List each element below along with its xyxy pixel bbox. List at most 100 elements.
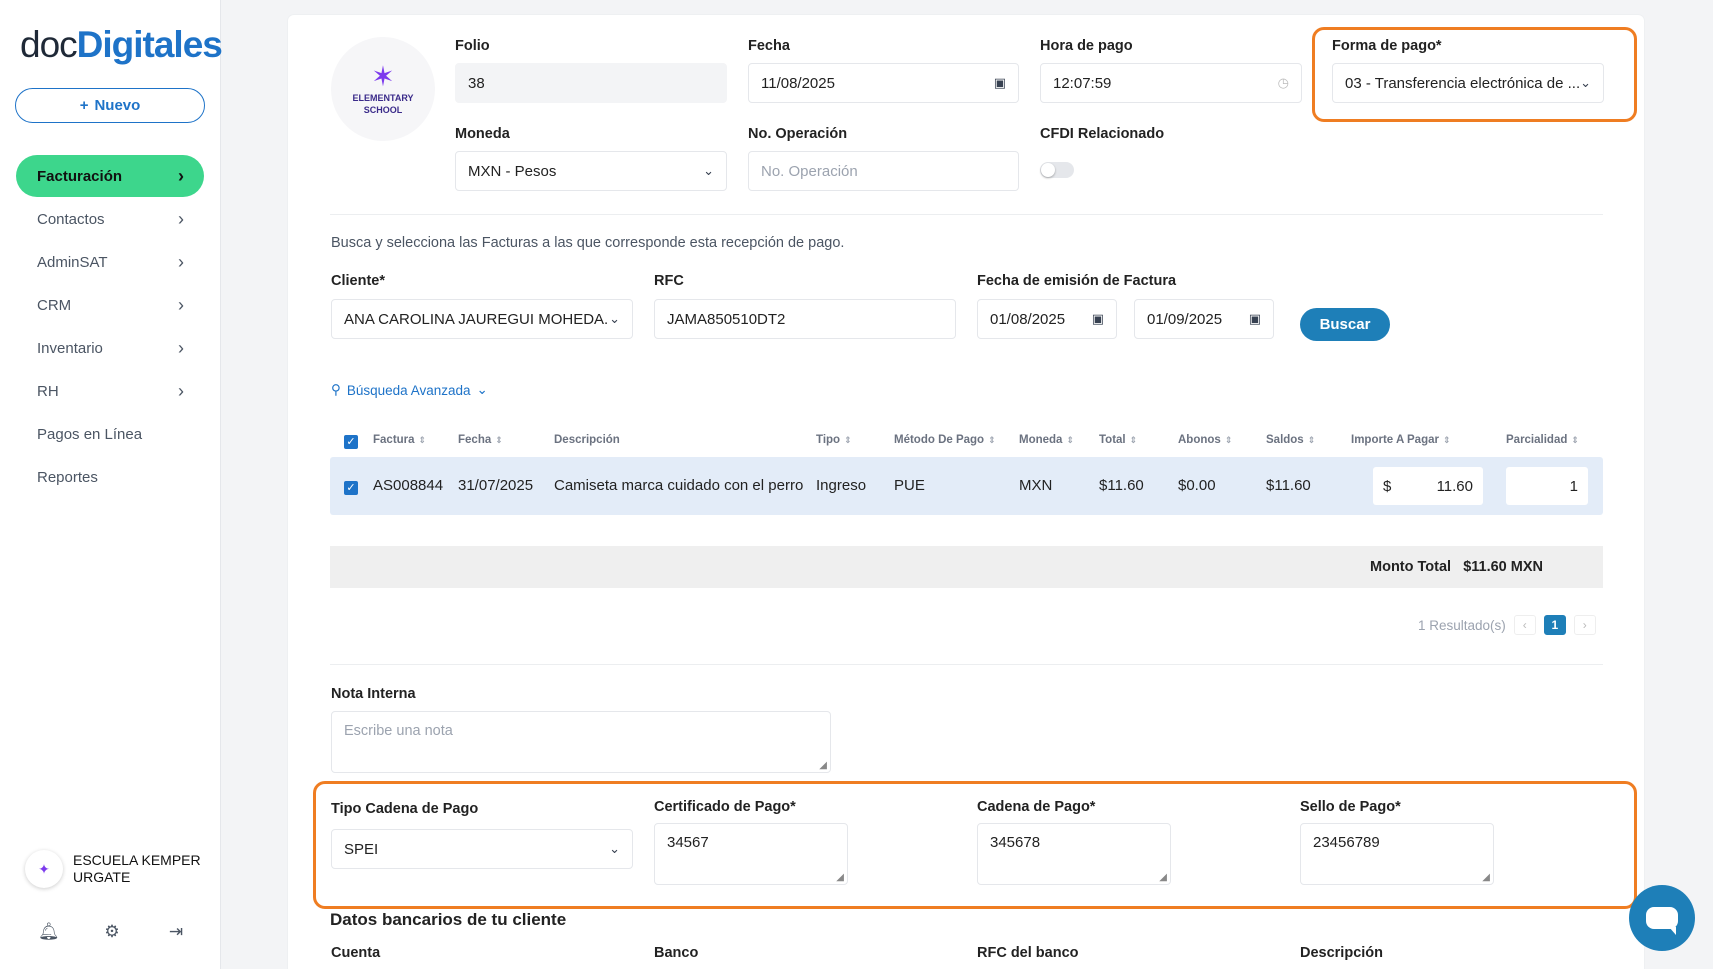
fecha-input[interactable]: 11/08/2025 ▣	[748, 63, 1019, 103]
col-header-descripcion: Descripción	[554, 434, 620, 446]
col-header-total[interactable]: Total ⇕	[1099, 434, 1137, 446]
sidebar-item-inventario[interactable]: Inventario ›	[16, 327, 204, 369]
col-header-moneda[interactable]: Moneda ⇕	[1019, 434, 1074, 446]
col-header-saldos[interactable]: Saldos ⇕	[1266, 434, 1315, 446]
sidebar-item-rh[interactable]: RH ›	[16, 370, 204, 412]
sidebar-item-label: Reportes	[37, 468, 98, 486]
check-icon: ✓	[344, 435, 358, 449]
app-logo[interactable]: docDigitales	[20, 24, 223, 66]
school-figure-icon: ✶	[371, 61, 395, 92]
divider	[330, 214, 1603, 215]
chevron-right-icon: ›	[178, 380, 184, 401]
new-button-label: Nuevo	[94, 97, 141, 114]
fecha-desde-input[interactable]: 01/08/2025 ▣	[977, 299, 1117, 339]
school-logo-line2: SCHOOL	[363, 105, 403, 115]
account-name-line1: ESCUELA KEMPER	[73, 852, 201, 868]
total-bar: Monto Total $11.60 MXN	[330, 546, 1603, 588]
prev-page-button[interactable]: ‹	[1513, 615, 1536, 635]
gear-icon[interactable]: ⚙	[102, 922, 122, 942]
col-header-parcialidad[interactable]: Parcialidad ⇕	[1506, 434, 1579, 446]
results-count: 1 Resultado(s)	[1418, 617, 1506, 633]
clock-icon[interactable]: ◷	[1278, 75, 1289, 91]
resize-handle-icon[interactable]: ◢	[819, 760, 827, 771]
calendar-icon[interactable]: ▣	[994, 75, 1006, 91]
folio-input[interactable]: 38	[455, 63, 727, 103]
sort-icon: ⇕	[1129, 435, 1138, 445]
nota-placeholder: Escribe una nota	[344, 723, 453, 739]
row-checkbox[interactable]: ✓	[344, 478, 358, 495]
cadena-textarea[interactable]: 345678 ◢	[977, 823, 1171, 885]
logo-text-doc: doc	[20, 24, 78, 65]
monto-total-value: $11.60 MXN	[1463, 559, 1543, 575]
chevron-right-icon: ›	[178, 337, 184, 358]
cell-tipo: Ingreso	[816, 477, 867, 494]
account-name: ESCUELA KEMPER URGATE	[73, 852, 201, 886]
col-header-label: Importe A Pagar	[1351, 434, 1439, 446]
page-button[interactable]: 1	[1543, 615, 1566, 635]
cliente-label: Cliente*	[331, 273, 385, 289]
certificado-textarea[interactable]: 34567 ◢	[654, 823, 848, 885]
bell-icon[interactable]: 🔔︎	[38, 922, 60, 942]
resize-handle-icon[interactable]: ◢	[1482, 872, 1490, 883]
operacion-input[interactable]: No. Operación	[748, 151, 1019, 191]
cell-abonos: $0.00	[1178, 477, 1216, 494]
cliente-select[interactable]: ANA CAROLINA JAUREGUI MOHEDA... ⌄	[331, 299, 633, 339]
fecha-value: 11/08/2025	[761, 74, 835, 92]
chevron-down-icon: ⌄	[703, 163, 714, 178]
account-switcher[interactable]: ✦ ESCUELA KEMPER URGATE	[25, 850, 201, 888]
sidebar-item-adminsat[interactable]: AdminSAT ›	[16, 241, 204, 283]
advanced-search-label: Búsqueda Avanzada	[346, 382, 471, 398]
sello-textarea[interactable]: 23456789 ◢	[1300, 823, 1494, 885]
rfc-input[interactable]: JAMA850510DT2	[654, 299, 956, 339]
parcialidad-input[interactable]: 1	[1506, 467, 1588, 505]
rfc-value: JAMA850510DT2	[667, 310, 786, 328]
tipo-cadena-select[interactable]: SPEI ⌄	[331, 829, 633, 869]
sort-icon: ⇕	[1571, 435, 1579, 445]
next-page-button[interactable]: ›	[1573, 615, 1596, 635]
chat-button[interactable]	[1629, 885, 1695, 951]
certificado-label: Certificado de Pago*	[654, 799, 796, 815]
cell-moneda: MXN	[1019, 477, 1053, 494]
hora-input[interactable]: 12:07:59 ◷	[1040, 63, 1302, 103]
col-header-fecha[interactable]: Fecha ⇕	[458, 434, 503, 446]
sidebar-item-facturacion[interactable]: Facturación ›	[16, 155, 204, 197]
chat-bubble-icon	[1646, 907, 1678, 935]
fecha-hasta-value: 01/09/2025	[1147, 310, 1223, 328]
pagination: 1 Resultado(s) ‹ 1 ›	[1418, 615, 1596, 635]
col-header-factura[interactable]: Factura ⇕	[373, 434, 426, 446]
sidebar-item-contactos[interactable]: Contactos ›	[16, 198, 204, 240]
search-icon: ⚲	[331, 382, 341, 397]
select-all-checkbox[interactable]: ✓	[344, 432, 358, 449]
logout-icon[interactable]: ⇥	[166, 922, 186, 942]
parcialidad-value: 1	[1569, 477, 1578, 495]
fecha-hasta-input[interactable]: 01/09/2025 ▣	[1134, 299, 1274, 339]
resize-handle-icon[interactable]: ◢	[836, 872, 844, 883]
sidebar-item-crm[interactable]: CRM ›	[16, 284, 204, 326]
nota-textarea[interactable]: Escribe una nota ◢	[331, 711, 831, 773]
moneda-label: Moneda	[455, 126, 510, 142]
calendar-icon[interactable]: ▣	[1092, 311, 1104, 327]
chevron-down-icon: ⌄	[609, 311, 620, 326]
cell-descripcion: Camiseta marca cuidado con el perro	[554, 477, 804, 494]
sort-icon: ⇕	[1066, 435, 1074, 445]
col-header-abonos[interactable]: Abonos ⇕	[1178, 434, 1232, 446]
chevron-right-icon: ›	[178, 251, 184, 272]
sidebar-item-pagos-en-linea[interactable]: Pagos en Línea	[16, 413, 204, 455]
new-button[interactable]: + Nuevo	[15, 88, 205, 123]
col-header-metodo[interactable]: Método De Pago ⇕	[894, 434, 996, 446]
cfdi-toggle[interactable]	[1040, 162, 1074, 178]
operacion-placeholder: No. Operación	[761, 162, 858, 180]
col-header-label: Saldos	[1266, 434, 1304, 446]
calendar-icon[interactable]: ▣	[1249, 311, 1261, 327]
moneda-select[interactable]: MXN - Pesos ⌄	[455, 151, 727, 191]
rfc-banco-label: RFC del banco	[977, 945, 1079, 961]
col-header-importe[interactable]: Importe A Pagar ⇕	[1351, 434, 1451, 446]
col-header-tipo[interactable]: Tipo ⇕	[816, 434, 852, 446]
advanced-search-toggle[interactable]: ⚲ Búsqueda Avanzada ⌄	[331, 382, 488, 398]
buscar-button[interactable]: Buscar	[1300, 308, 1390, 341]
resize-handle-icon[interactable]: ◢	[1159, 872, 1167, 883]
importe-input[interactable]: $11.60	[1373, 467, 1483, 505]
sidebar-item-reportes[interactable]: Reportes	[16, 456, 204, 498]
cell-metodo: PUE	[894, 477, 925, 494]
sidebar-item-label: Facturación	[37, 167, 123, 185]
